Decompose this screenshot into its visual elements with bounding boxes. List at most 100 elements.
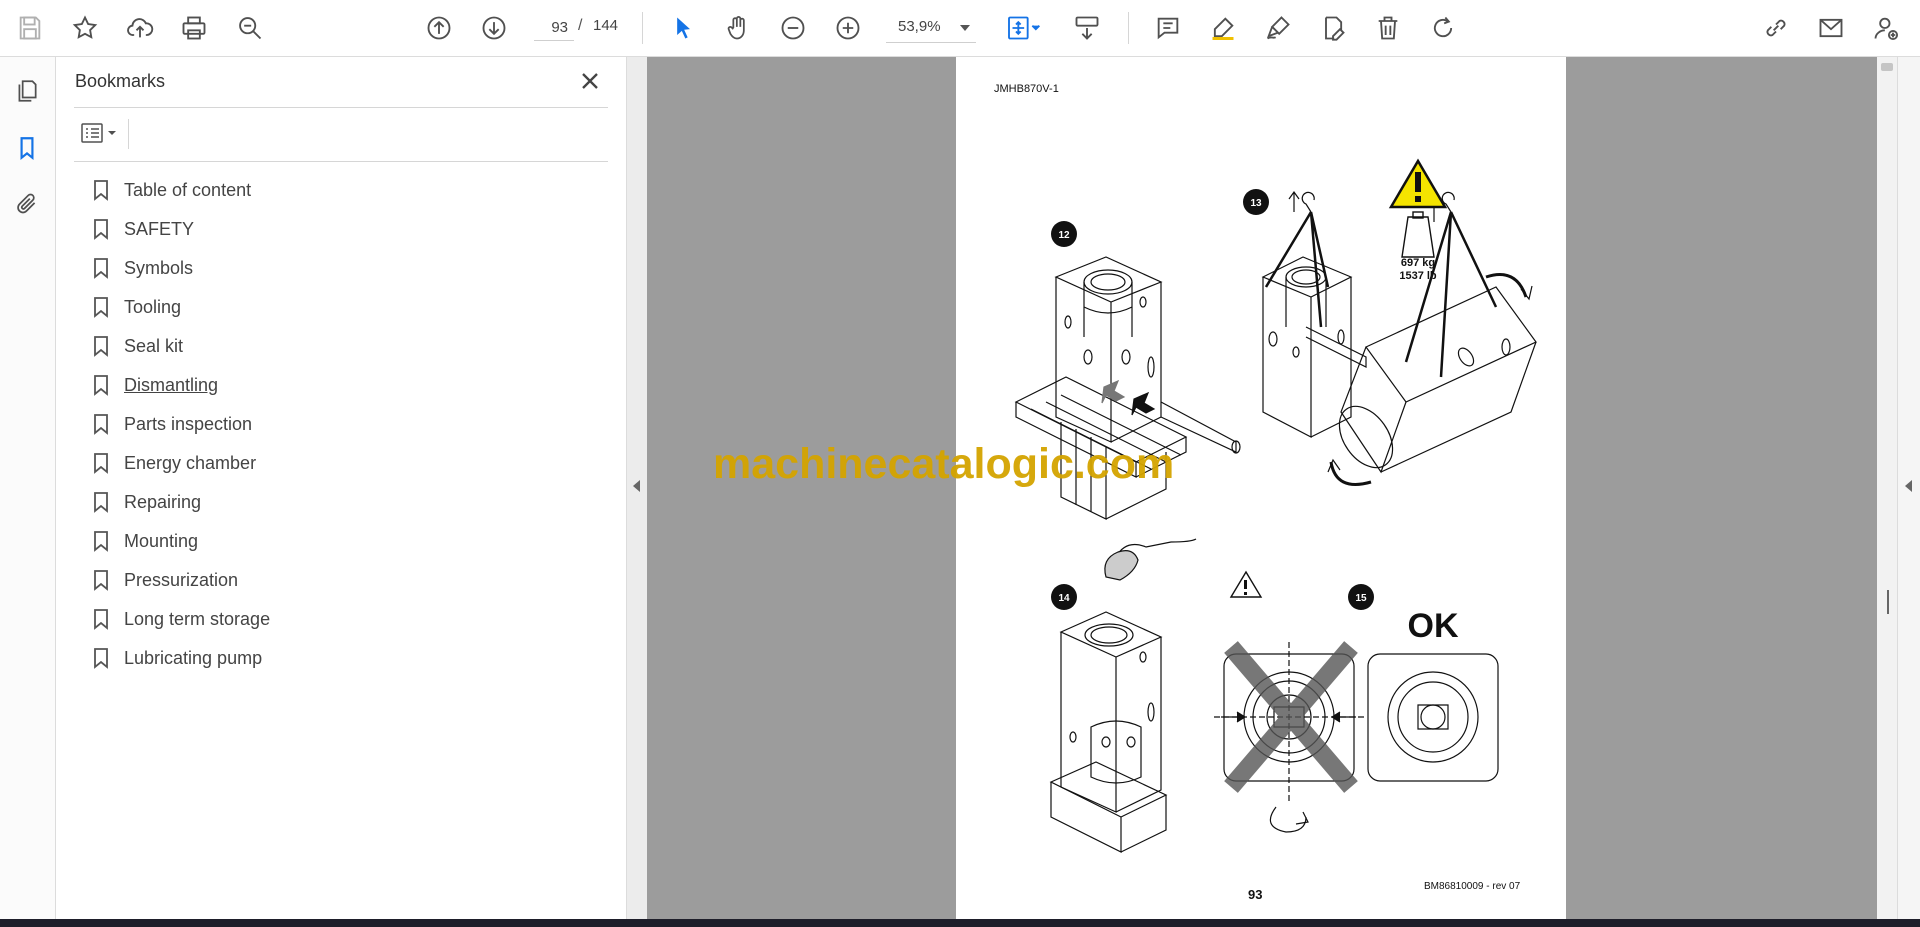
bookmark-item[interactable]: Lubricating pump (92, 639, 592, 678)
upload-icon[interactable] (122, 10, 158, 46)
weight-warning: 697 kg 1537 lb (1388, 158, 1448, 282)
search-zoom-icon[interactable] (232, 10, 268, 46)
zoom-in-icon[interactable] (830, 10, 866, 46)
vertical-scrollbar[interactable] (1877, 57, 1897, 919)
print-icon[interactable] (176, 10, 212, 46)
step-13-badge: 13 (1243, 189, 1269, 215)
divider (74, 107, 608, 108)
bookmark-item[interactable]: Symbols (92, 249, 592, 288)
bookmark-label: Mounting (124, 531, 199, 551)
previous-page-icon[interactable] (421, 10, 457, 46)
share-link-icon[interactable] (1758, 10, 1794, 46)
attachments-icon[interactable] (10, 187, 44, 221)
comment-icon[interactable] (1150, 10, 1186, 46)
bookmark-star-icon[interactable] (67, 10, 103, 46)
collapse-panel-handle[interactable] (627, 57, 647, 919)
bookmark-label: Pressurization (124, 570, 239, 590)
sign-icon[interactable] (1260, 10, 1296, 46)
bookmark-item[interactable]: Seal kit (92, 327, 592, 366)
page-separator: / (578, 17, 583, 34)
page-total: 144 (593, 17, 619, 34)
zoom-level-value: 53,9% (898, 18, 941, 35)
bookmark-icon (92, 452, 110, 474)
step-14-drawing (1049, 538, 1197, 853)
bookmarks-panel-icon[interactable] (10, 131, 44, 165)
chevron-left-icon (633, 480, 640, 492)
svg-text:14: 14 (1058, 593, 1070, 604)
bookmark-icon (92, 413, 110, 435)
bookmark-icon (92, 491, 110, 513)
bookmark-label: Table of content (124, 180, 252, 200)
watermark-text: machinecatalogic.com (713, 440, 1175, 488)
bookmark-item[interactable]: Repairing (92, 483, 592, 522)
bookmark-item[interactable]: Dismantling (92, 366, 592, 405)
bookmark-icon (92, 257, 110, 279)
bookmark-label: Long term storage (124, 609, 271, 629)
divider (128, 119, 129, 149)
bookmark-item[interactable]: Mounting (92, 522, 592, 561)
edit-pdf-icon[interactable] (1315, 10, 1351, 46)
document-viewport[interactable]: JMHB870V-1 12 697 kg 1537 lb 13 14 OK 15… (647, 57, 1877, 919)
close-icon[interactable] (576, 67, 604, 95)
bookmark-label: Parts inspection (124, 414, 253, 434)
bookmarks-panel: Bookmarks Table of content SAFETY Symbols T… (56, 57, 627, 919)
bookmark-item[interactable]: Pressurization (92, 561, 592, 600)
step-13-drawing (1261, 190, 1537, 486)
bookmark-list: Table of content SAFETY Symbols Tooling Seal… (92, 171, 592, 678)
select-tool-icon[interactable] (665, 10, 701, 46)
resize-grip[interactable] (1887, 590, 1889, 614)
bookmark-item[interactable]: Parts inspection (92, 405, 592, 444)
bookmark-label: Lubricating pump (124, 648, 263, 668)
hand-tool-icon[interactable] (720, 10, 756, 46)
page-thumbnails-icon[interactable] (10, 74, 44, 108)
toolbar-divider (1128, 12, 1129, 44)
step-14-badge: 14 (1051, 584, 1077, 610)
account-icon[interactable] (1868, 10, 1904, 46)
toolbar-divider (642, 12, 643, 44)
bookmark-item[interactable]: Table of content (92, 171, 592, 210)
bookmark-label: Tooling (124, 297, 182, 317)
bookmark-label: Dismantling (124, 375, 219, 395)
svg-text:15: 15 (1355, 593, 1367, 604)
bookmark-icon (92, 608, 110, 630)
bookmark-icon (92, 179, 110, 201)
chevron-down-icon (960, 25, 970, 31)
scroll-mode-icon[interactable] (1069, 10, 1105, 46)
divider (74, 161, 608, 162)
highlight-icon[interactable] (1205, 10, 1241, 46)
taskbar-strip (0, 919, 1920, 927)
bookmark-icon (92, 335, 110, 357)
panel-title: Bookmarks (75, 71, 166, 91)
bookmark-icon (92, 530, 110, 552)
right-panel-toggle[interactable] (1897, 57, 1920, 919)
fit-page-icon[interactable] (1000, 10, 1046, 46)
svg-text:OK: OK (1408, 607, 1459, 645)
next-page-icon[interactable] (476, 10, 512, 46)
svg-text:12: 12 (1058, 230, 1070, 241)
save-icon[interactable] (12, 10, 48, 46)
zoom-level-select[interactable]: 53,9% (886, 14, 976, 43)
bookmark-label: Seal kit (124, 336, 184, 356)
bookmark-options-menu[interactable] (74, 117, 122, 149)
scrollbar-thumb[interactable] (1881, 63, 1893, 71)
step-12-badge: 12 (1051, 221, 1077, 247)
bookmark-icon (92, 296, 110, 318)
bookmark-item[interactable]: Long term storage (92, 600, 592, 639)
delete-icon[interactable] (1370, 10, 1406, 46)
zoom-out-icon[interactable] (775, 10, 811, 46)
email-icon[interactable] (1813, 10, 1849, 46)
bookmark-icon (92, 374, 110, 396)
main-toolbar: / 144 53,9% (0, 0, 1920, 57)
bookmark-item[interactable]: Tooling (92, 288, 592, 327)
bookmark-label: Energy chamber (124, 453, 257, 473)
navigation-rail (0, 57, 56, 919)
bookmark-item[interactable]: SAFETY (92, 210, 592, 249)
bookmark-icon (92, 218, 110, 240)
rotate-icon[interactable] (1425, 10, 1461, 46)
bookmark-icon (92, 569, 110, 591)
svg-text:697 kg: 697 kg (1401, 257, 1435, 269)
document-footer-code: BM86810009 - rev 07 (1424, 881, 1521, 892)
page-number-input[interactable] (534, 14, 574, 41)
bookmark-item[interactable]: Energy chamber (92, 444, 592, 483)
chevron-left-icon (1905, 480, 1912, 492)
